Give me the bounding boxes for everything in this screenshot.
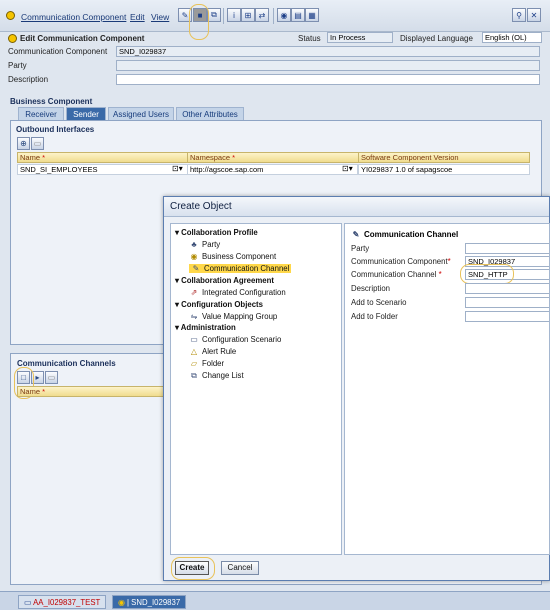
form-comm-component-field[interactable]: SND_I029837 bbox=[465, 256, 549, 267]
col-swcv: Software Component Version bbox=[358, 152, 530, 163]
delete-row-icon[interactable]: ▭ bbox=[31, 137, 44, 150]
object-type-tree: ▾ Collaboration Profile ♣ Party ◉ Business… bbox=[170, 223, 342, 555]
tab-other-attributes[interactable]: Other Attributes bbox=[176, 107, 244, 120]
comm-component-label: Communication Component bbox=[8, 47, 108, 56]
menu-view[interactable]: View bbox=[151, 12, 169, 22]
toolbar-separator bbox=[223, 8, 224, 24]
changelist-icon: ⧉ bbox=[191, 371, 197, 380]
component-icon: ◉ bbox=[118, 598, 127, 607]
edit-pencil-icon[interactable]: ✎ bbox=[178, 8, 192, 22]
tree-category-configuration-objects[interactable]: ▾ Configuration Objects bbox=[175, 300, 263, 309]
tab-sender[interactable]: Sender bbox=[66, 107, 106, 120]
col-channel-name: Name * bbox=[17, 386, 167, 397]
tree-item-communication-channel[interactable]: ✎ Communication Channel bbox=[189, 264, 292, 273]
row-namespace-cell[interactable]: http://agscoe.sap.com bbox=[187, 164, 358, 175]
status-bar: ▭ AA_I029837_TEST ◉ | SND_I029837 bbox=[0, 591, 550, 610]
tree-item-value-mapping-group[interactable]: ⇋ Value Mapping Group bbox=[189, 312, 278, 321]
menu-bar: Communication Component Edit View ✎ ■ ⧉ … bbox=[0, 0, 550, 40]
add-row-icon[interactable]: ⊕ bbox=[17, 137, 30, 150]
language-label: Displayed Language bbox=[400, 34, 473, 43]
save-icon[interactable]: ■ bbox=[193, 8, 207, 22]
description-label: Description bbox=[8, 75, 49, 84]
form-add-folder-label: Add to Folder bbox=[351, 312, 398, 321]
tree-item-alert-rule[interactable]: △ Alert Rule bbox=[189, 347, 236, 356]
form-add-scenario-field[interactable] bbox=[465, 297, 549, 308]
folder-icon: ▱ bbox=[190, 359, 198, 368]
object-form-pane: ✎ Communication Channel Party Communicati… bbox=[344, 223, 550, 555]
form-comm-component-label: Communication Component* bbox=[351, 257, 451, 266]
party-icon: ♣ bbox=[191, 240, 197, 249]
history-icon[interactable]: ▦ bbox=[305, 8, 319, 22]
description-field[interactable] bbox=[116, 74, 540, 85]
party-label: Party bbox=[8, 61, 27, 70]
col-namespace: Namespace * bbox=[187, 152, 360, 163]
form-add-folder-field[interactable] bbox=[465, 311, 549, 322]
form-party-field[interactable] bbox=[465, 243, 549, 254]
tree-item-folder[interactable]: ▱ Folder bbox=[189, 359, 224, 368]
title-icon bbox=[8, 34, 17, 43]
where-used-icon[interactable]: ◉ bbox=[277, 8, 291, 22]
hierarchy-icon[interactable]: ⊞ bbox=[241, 8, 255, 22]
value-help-icon[interactable]: ⊡▾ bbox=[172, 164, 183, 173]
close-icon[interactable]: ✕ bbox=[527, 8, 541, 22]
outbound-title: Outbound Interfaces bbox=[16, 125, 95, 134]
tab-icon: ▭ bbox=[24, 598, 34, 607]
form-comm-channel-field[interactable]: SND_HTTP bbox=[465, 269, 549, 280]
form-party-label: Party bbox=[351, 244, 370, 253]
tree-category-administration[interactable]: ▾ Administration bbox=[175, 323, 236, 332]
statusbar-tab-test[interactable]: ▭ AA_I029837_TEST bbox=[18, 595, 107, 609]
new-channel-icon[interactable]: □ bbox=[17, 371, 30, 384]
tab-receiver[interactable]: Receiver bbox=[18, 107, 64, 120]
tree-item-configuration-scenario[interactable]: ▭ Configuration Scenario bbox=[189, 335, 281, 344]
form-description-label: Description bbox=[351, 284, 390, 293]
value-help-icon[interactable]: ⊡▾ bbox=[342, 164, 353, 173]
language-select[interactable]: English (OL) bbox=[482, 32, 542, 43]
channel-icon: ✎ bbox=[352, 230, 360, 239]
row-name-cell[interactable]: SND_SI_EMPLOYEES bbox=[17, 164, 188, 175]
scenario-icon: ▭ bbox=[190, 335, 198, 344]
config-icon: ⇗ bbox=[190, 288, 198, 297]
open-channel-icon[interactable]: ▸ bbox=[31, 371, 44, 384]
cancel-button[interactable]: Cancel bbox=[221, 561, 259, 575]
tree-item-change-list[interactable]: ⧉ Change List bbox=[189, 371, 243, 381]
status-label: Status bbox=[298, 34, 321, 43]
row-swcv-cell[interactable]: YI029837 1.0 of sapagscoe bbox=[358, 164, 530, 175]
party-field bbox=[116, 60, 540, 71]
compare-icon[interactable]: ⇄ bbox=[255, 8, 269, 22]
alert-icon: △ bbox=[190, 347, 198, 356]
form-comm-channel-label: Communication Channel * bbox=[351, 270, 442, 279]
menu-edit[interactable]: Edit bbox=[130, 12, 145, 22]
create-object-dialog: Create Object ▾ Collaboration Profile ♣ P… bbox=[163, 196, 550, 581]
tree-item-integrated-configuration[interactable]: ⇗ Integrated Configuration bbox=[189, 288, 286, 297]
page-title: Edit Communication Component bbox=[20, 34, 145, 43]
business-component-title: Business Component bbox=[10, 97, 93, 106]
pin-icon[interactable]: ⚲ bbox=[512, 8, 526, 22]
info-icon[interactable]: i bbox=[227, 8, 241, 22]
tab-assigned-users[interactable]: Assigned Users bbox=[108, 107, 174, 120]
menu-communication-component[interactable]: Communication Component bbox=[21, 12, 126, 22]
business-component-icon: ◉ bbox=[190, 252, 198, 261]
dialog-title: Create Object bbox=[164, 197, 549, 217]
form-description-field[interactable] bbox=[465, 283, 549, 294]
toolbar-separator bbox=[273, 8, 274, 24]
create-button[interactable]: Create bbox=[175, 561, 209, 575]
form-title: ✎ Communication Channel bbox=[352, 230, 459, 239]
statusbar-tab-component[interactable]: ◉ | SND_I029837 bbox=[112, 595, 187, 609]
comm-channels-title: Communication Channels bbox=[17, 359, 116, 368]
tree-category-collaboration-profile[interactable]: ▾ Collaboration Profile bbox=[175, 228, 258, 237]
form-add-scenario-label: Add to Scenario bbox=[351, 298, 407, 307]
channel-icon: ✎ bbox=[192, 264, 200, 273]
col-name: Name * bbox=[17, 152, 190, 163]
mapping-icon: ⇋ bbox=[190, 312, 198, 321]
display-icon[interactable]: ▤ bbox=[291, 8, 305, 22]
tree-category-collaboration-agreement[interactable]: ▾ Collaboration Agreement bbox=[175, 276, 274, 285]
tree-item-party[interactable]: ♣ Party bbox=[189, 240, 220, 249]
copy-icon[interactable]: ⧉ bbox=[207, 8, 221, 22]
tree-item-business-component[interactable]: ◉ Business Component bbox=[189, 252, 277, 261]
status-field: In Process bbox=[327, 32, 393, 43]
app-icon bbox=[6, 11, 15, 20]
comm-component-field: SND_I029837 bbox=[116, 46, 540, 57]
delete-channel-icon[interactable]: ▭ bbox=[45, 371, 58, 384]
